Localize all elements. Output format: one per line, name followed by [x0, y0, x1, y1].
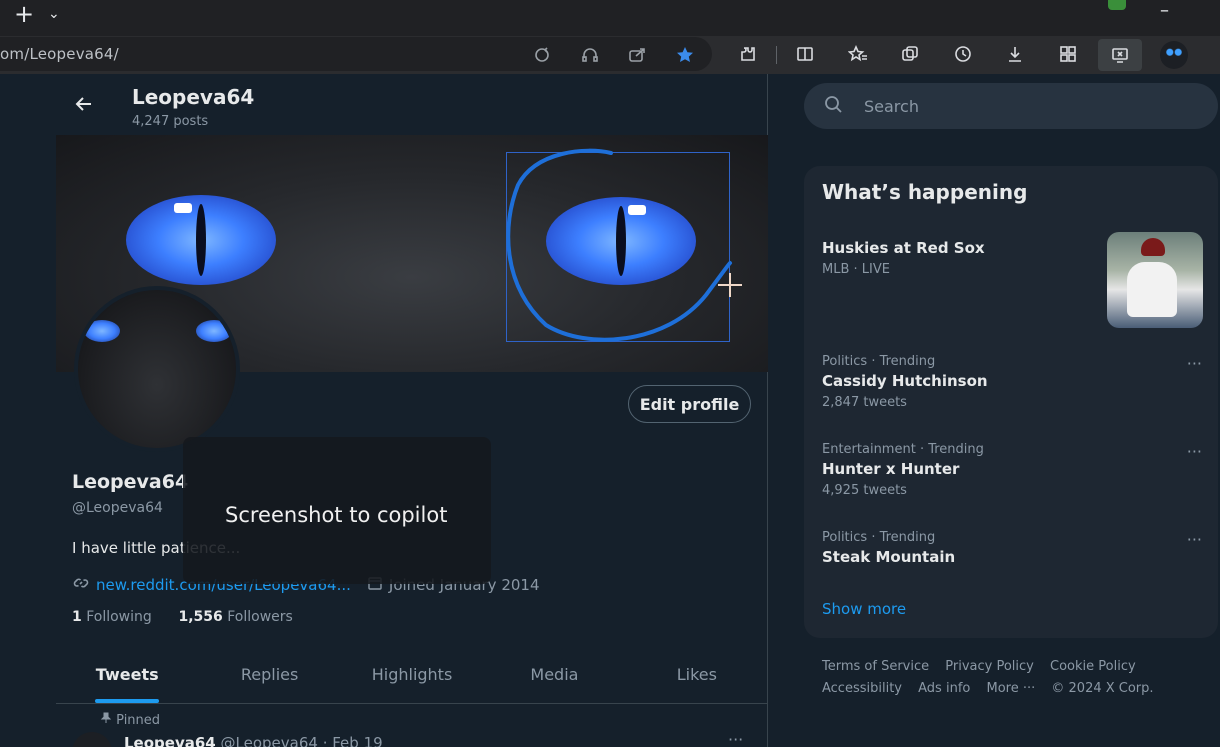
tab-media[interactable]: Media — [483, 650, 625, 703]
banner-left-eye — [126, 195, 276, 285]
search-input[interactable] — [864, 93, 1194, 119]
toast-text: Screenshot to copilot — [225, 503, 448, 527]
trend-item[interactable]: Politics · Trending Cassidy Hutchinson 2… — [822, 354, 1202, 410]
following-count[interactable]: 1 — [72, 609, 82, 625]
trend-item[interactable]: Entertainment · Trending Hunter x Hunter… — [822, 442, 1202, 498]
tab-replies[interactable]: Replies — [198, 650, 340, 703]
profile-avatar[interactable] — [74, 286, 240, 452]
followers-label[interactable]: Followers — [227, 609, 293, 625]
extension-icon[interactable] — [1108, 0, 1126, 10]
accessibility-link[interactable]: Accessibility — [822, 681, 902, 696]
terms-link[interactable]: Terms of Service — [822, 659, 929, 674]
following-label[interactable]: Following — [86, 609, 152, 625]
pinned-label: Pinned — [100, 712, 160, 728]
cookie-link[interactable]: Cookie Policy — [1050, 659, 1136, 674]
profile-name: Leopeva64 — [72, 471, 189, 493]
edit-profile-button[interactable]: Edit profile — [628, 385, 751, 423]
browser-toolbar: om/Leopeva64/ — [0, 36, 1220, 74]
trend-category: Politics · Trending — [822, 354, 936, 369]
profile-topbar: Leopeva64 4,247 posts — [56, 74, 768, 136]
tab-highlights[interactable]: Highlights — [341, 650, 483, 703]
more-link[interactable]: More ··· — [986, 681, 1035, 696]
back-arrow-icon[interactable] — [74, 94, 94, 114]
profile-handle: @Leopeva64 — [72, 500, 163, 516]
screenshot-button[interactable] — [1098, 39, 1142, 71]
screenshot-toast: Screenshot to copilot — [183, 437, 491, 584]
screenshot-icon — [1110, 45, 1130, 65]
left-navigation — [0, 74, 56, 747]
tweet-header: Leopeva64 @Leopeva64 · Feb 19 — [124, 734, 383, 747]
pen-annotation — [506, 148, 732, 342]
copyright-text: © 2024 X Corp. — [1051, 681, 1154, 696]
tweet-avatar[interactable] — [72, 732, 112, 747]
new-tab-button[interactable]: + — [14, 2, 34, 26]
refresh-page-icon[interactable] — [532, 45, 552, 65]
favorites-icon[interactable] — [847, 44, 868, 64]
share-icon[interactable] — [627, 45, 647, 65]
trend-count: 2,847 tweets — [822, 395, 907, 410]
trend-meta: MLB · LIVE — [822, 262, 890, 277]
browser-profile-avatar[interactable] — [1160, 41, 1188, 69]
whats-happening-title: What’s happening — [822, 180, 1028, 204]
address-url[interactable]: om/Leopeva64/ — [0, 45, 119, 63]
minimize-button[interactable]: – — [1160, 0, 1169, 21]
browser-tabbar: + ⌄ – — [0, 0, 1220, 36]
trend-title: Huskies at Red Sox — [822, 239, 985, 257]
trend-title: Steak Mountain — [822, 548, 956, 566]
toolbar-separator — [776, 46, 777, 64]
search-icon — [824, 95, 844, 115]
tab-tweets[interactable]: Tweets — [56, 650, 198, 703]
followers-count[interactable]: 1,556 — [178, 609, 222, 625]
split-screen-icon[interactable] — [795, 44, 815, 64]
history-icon[interactable] — [953, 44, 973, 64]
tab-likes[interactable]: Likes — [626, 650, 768, 703]
address-bar[interactable]: om/Leopeva64/ — [0, 37, 712, 71]
show-more-link[interactable]: Show more — [822, 600, 906, 618]
crosshair-cursor-icon — [718, 273, 742, 297]
header-post-count: 4,247 posts — [132, 114, 209, 129]
pin-icon — [100, 712, 116, 728]
tweet-date[interactable]: · Feb 19 — [323, 734, 383, 747]
ads-info-link[interactable]: Ads info — [918, 681, 970, 696]
apps-icon[interactable] — [1058, 44, 1078, 64]
profile-follow-counts: 1 Following 1,556 Followers — [72, 609, 293, 625]
profile-tabs: Tweets Replies Highlights Media Likes — [56, 650, 768, 704]
search-box[interactable] — [804, 83, 1218, 129]
pinned-text: Pinned — [116, 713, 161, 728]
tweet-author-handle[interactable]: @Leopeva64 — [221, 734, 318, 747]
extensions-icon[interactable] — [738, 44, 758, 64]
footer-links: Terms of Service Privacy Policy Cookie P… — [822, 656, 1212, 700]
tweet-author-name[interactable]: Leopeva64 — [124, 734, 216, 747]
header-name: Leopeva64 — [132, 85, 255, 109]
read-aloud-icon[interactable] — [580, 45, 600, 65]
trend-item[interactable]: Politics · Trending Steak Mountain ··· — [822, 530, 1202, 566]
trend-count: 4,925 tweets — [822, 483, 907, 498]
favorite-star-icon[interactable] — [675, 45, 695, 65]
trend-more-icon[interactable]: ··· — [1187, 442, 1202, 461]
trend-title: Cassidy Hutchinson — [822, 372, 988, 390]
trend-more-icon[interactable]: ··· — [1187, 530, 1202, 549]
downloads-icon[interactable] — [1005, 44, 1025, 64]
trend-thumbnail[interactable] — [1107, 232, 1203, 328]
trend-item[interactable]: Huskies at Red Sox MLB · LIVE — [822, 236, 1102, 277]
link-icon — [72, 574, 90, 596]
trend-category: Entertainment · Trending — [822, 442, 984, 457]
trend-title: Hunter x Hunter — [822, 460, 960, 478]
trend-category: Politics · Trending — [822, 530, 936, 545]
tab-list-button[interactable]: ⌄ — [48, 6, 60, 22]
privacy-link[interactable]: Privacy Policy — [945, 659, 1034, 674]
main-column: Leopeva64 4,247 posts Edit profile Leope… — [56, 74, 768, 747]
trend-more-icon[interactable]: ··· — [1187, 354, 1202, 373]
collections-icon[interactable] — [900, 44, 920, 64]
whats-happening-panel: What’s happening Huskies at Red Sox MLB … — [804, 166, 1218, 638]
tweet-more-icon[interactable]: ··· — [728, 730, 743, 747]
